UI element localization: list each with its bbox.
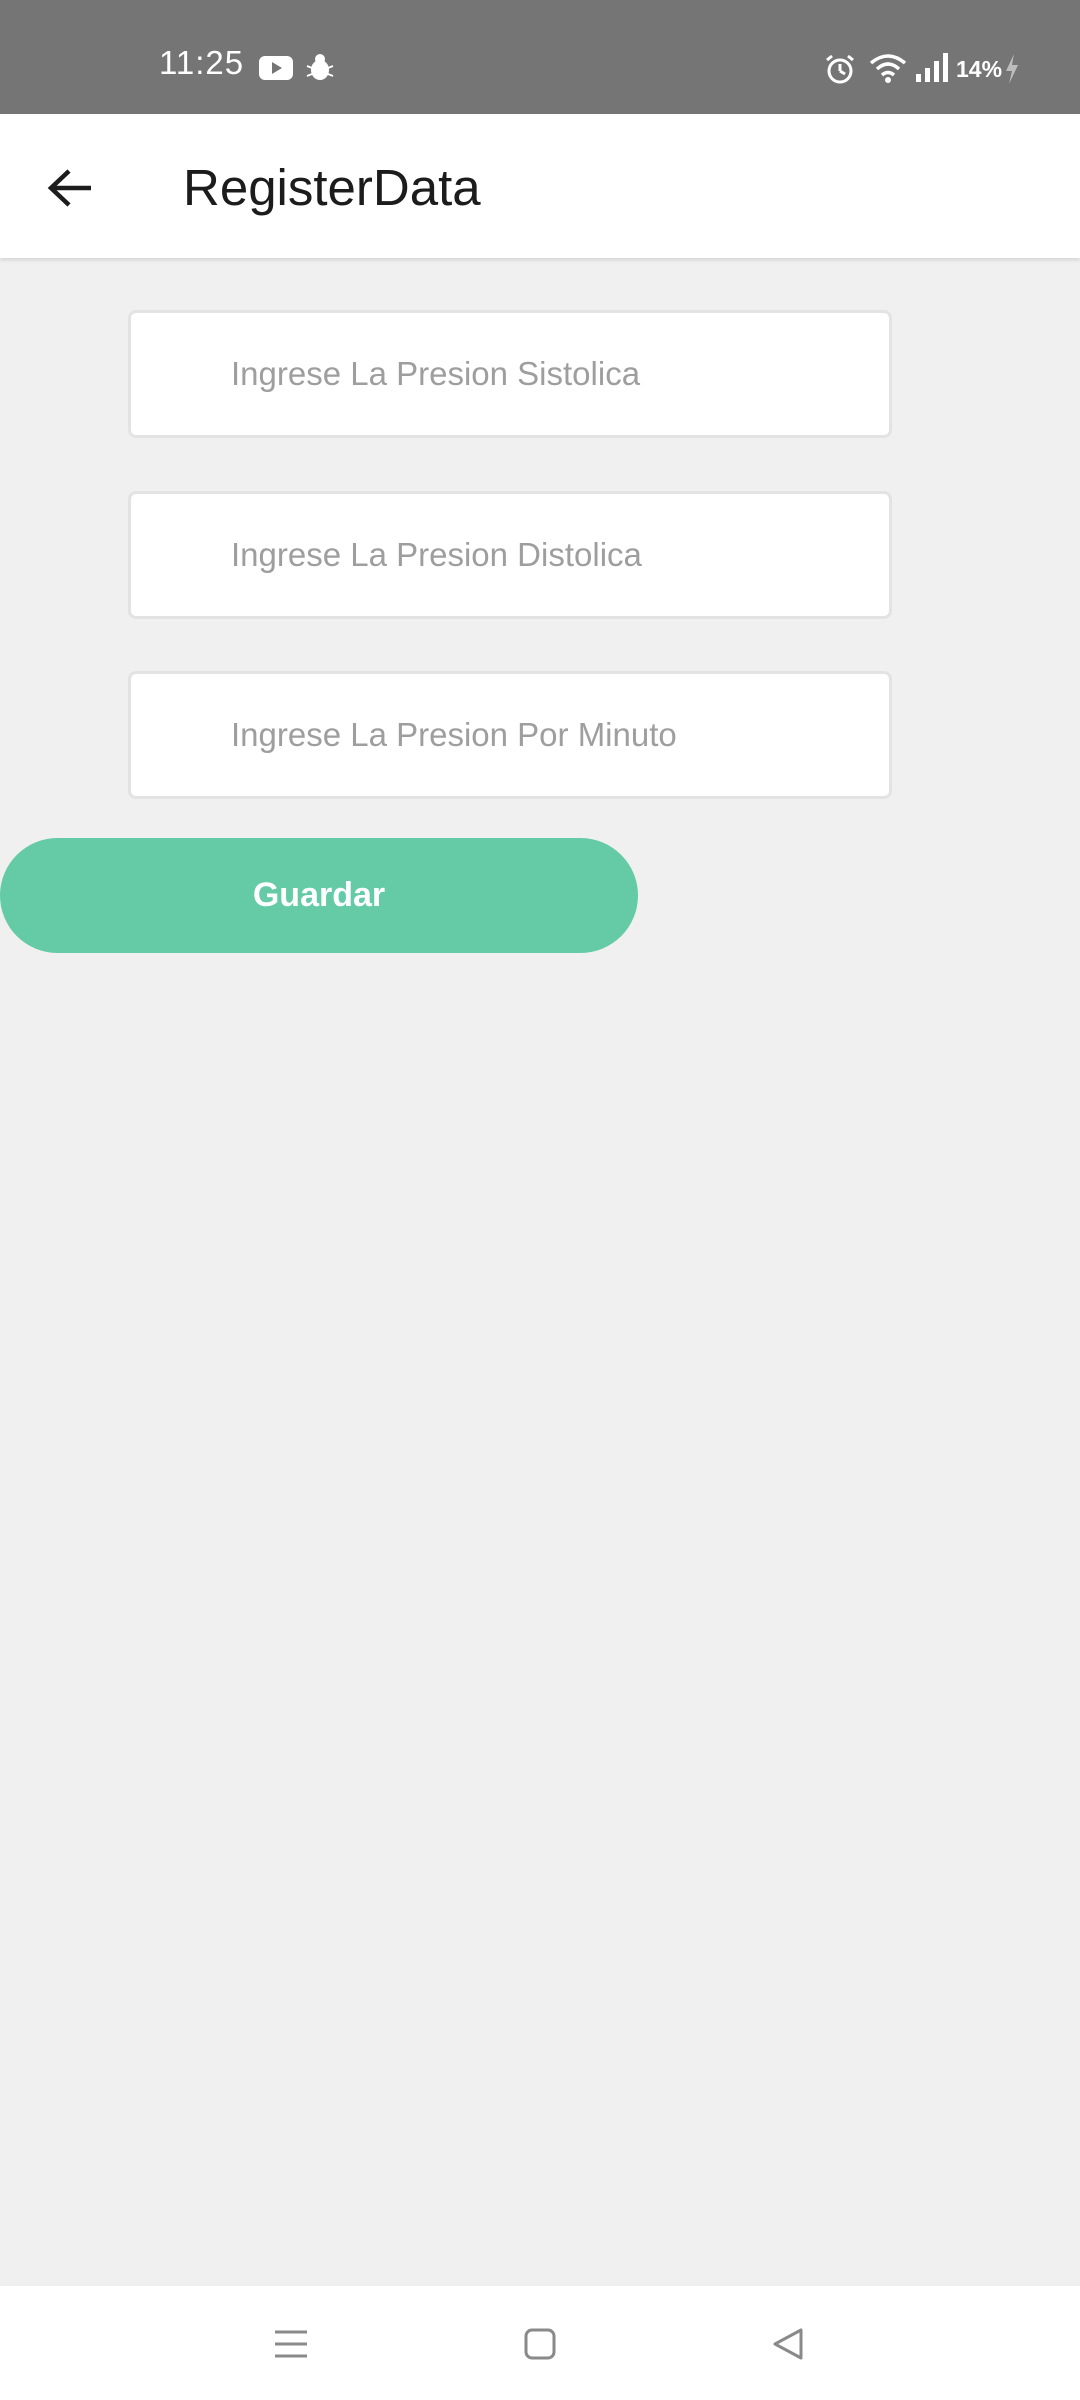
- status-bar: 11:25 14%: [0, 0, 1080, 114]
- charging-icon: [1006, 54, 1018, 84]
- screen: 11:25 14% RegisterData Ingrese La Presio…: [0, 0, 1080, 2400]
- status-time: 11:25: [159, 44, 245, 81]
- systolic-input[interactable]: [131, 313, 889, 435]
- back-triangle-icon: [773, 2328, 803, 2360]
- diastolic-field-container: [128, 491, 892, 619]
- app-bar: RegisterData: [0, 114, 1080, 258]
- system-back-button[interactable]: [756, 2312, 820, 2376]
- system-nav-bar: [0, 2286, 1080, 2400]
- wifi-icon: [869, 54, 907, 83]
- bug-icon: [306, 54, 334, 80]
- diastolic-input[interactable]: [131, 494, 889, 616]
- home-icon: [524, 2328, 556, 2360]
- arrow-left-icon: [47, 169, 91, 207]
- recent-apps-button[interactable]: [259, 2312, 323, 2376]
- page-title: RegisterData: [183, 159, 481, 216]
- home-button[interactable]: [508, 2312, 572, 2376]
- save-button[interactable]: Guardar: [0, 838, 638, 953]
- battery-level: 14%: [956, 56, 1003, 82]
- youtube-icon: [259, 56, 293, 80]
- back-button[interactable]: [30, 148, 110, 228]
- alarm-icon: [826, 54, 854, 84]
- menu-icon: [275, 2330, 307, 2358]
- pulse-field-container: [128, 671, 892, 799]
- pulse-input[interactable]: [131, 674, 889, 796]
- systolic-field-container: [128, 310, 892, 438]
- signal-icon: [916, 53, 948, 82]
